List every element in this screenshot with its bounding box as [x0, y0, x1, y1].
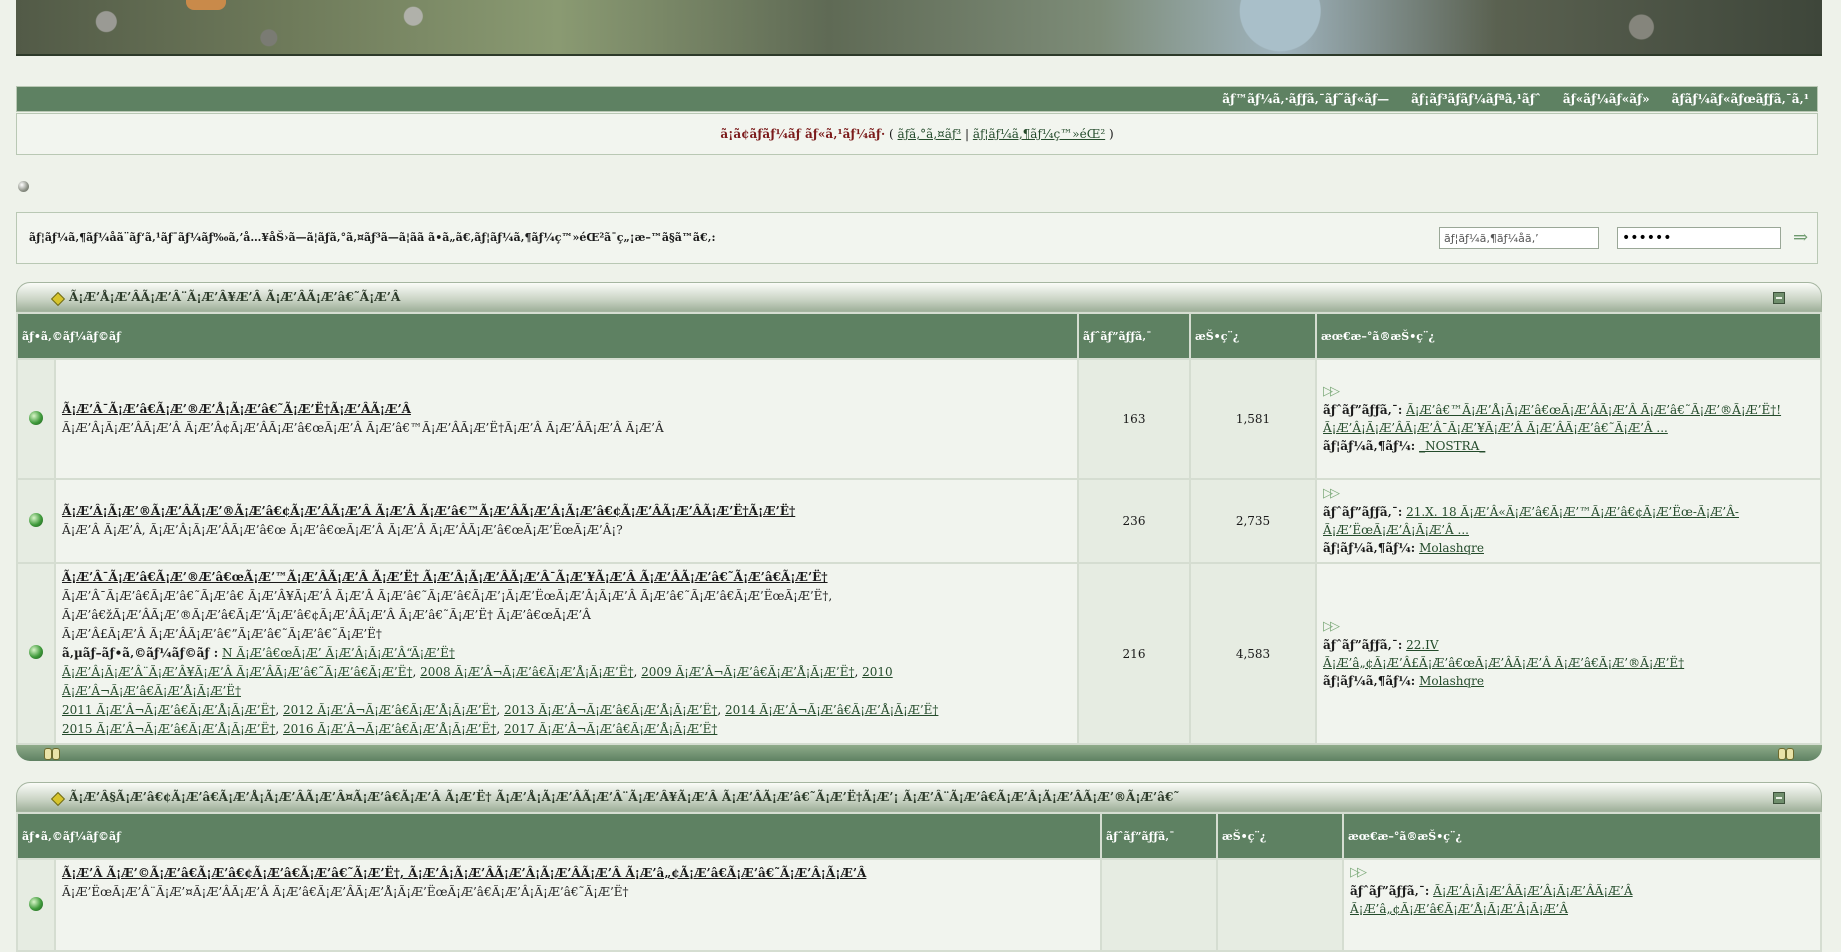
- last-user-label: ãƒ¦ãƒ¼ã‚¶ãƒ¼:: [1323, 541, 1416, 555]
- forum-status-icon: [29, 410, 43, 425]
- col-header-last-post: æœ€æ–°ã®æŠ•ç¨¿: [1317, 314, 1820, 358]
- last-post-label: ãƒˆãƒ”ãƒƒã‚¯:: [1350, 884, 1430, 898]
- posts-count: 1,581: [1191, 360, 1315, 478]
- forum-status-icon: [29, 512, 43, 527]
- table-row: Ã¡Æ’Â¯Ã¡Æ’â€Ã¡Æ’®Æ’â€œÃ¡Æ’™Ã¡Æ’ÂÃ¡Æ’Â Ã¡…: [18, 564, 1820, 743]
- footer-ornament-icon: [1786, 748, 1794, 760]
- table-row: Ã¡Æ’Â¡Ã¡Æ’®Ã¡Æ’ÂÃ¡Æ’®Ã¡Æ’â€¢Ã¡Æ’ÂÃ¡Æ’Â Ã…: [18, 480, 1820, 562]
- topics-count: 216: [1079, 564, 1189, 743]
- forum-status-icon: [29, 896, 43, 911]
- paren-close: ): [1108, 127, 1114, 141]
- subforum-link[interactable]: 2017 Ã¡Æ’Â¬Ã¡Æ’â€Ã¡Æ’Å¡Ã¡Æ’Ë†: [504, 722, 717, 736]
- last-post-label: ãƒˆãƒ”ãƒƒã‚¯:: [1323, 637, 1403, 652]
- col-header-posts: æŠ•ç¨¿: [1191, 314, 1315, 358]
- posts-count: 2,735: [1191, 480, 1315, 562]
- topics-count: 163: [1079, 360, 1189, 478]
- forum-description-line: Ã¡Æ’Â¯Ã¡Æ’â€Ã¡Æ’â€˜Ã¡Æ’â€ Ã¡Æ’Â¥Ã¡Æ’Â Ã¡…: [62, 589, 833, 603]
- last-post-arrow-icon: ▷▷: [1350, 865, 1367, 880]
- last-post-arrow-icon: ▷▷: [1323, 618, 1340, 634]
- category-title[interactable]: Ã¡Æ’Å¡Æ’ÂÃ¡Æ’Â¨Ã¡Æ’Â¥Æ’Â Ã¡Æ’ÂÃ¡Æ’â€˜Ã¡Æ…: [69, 290, 400, 304]
- category-footer: [16, 745, 1822, 761]
- category-block-2: Ã¡Æ’Â§Ã¡Æ’â€¢Ã¡Æ’â€Ã¡Æ’Å¡Ã¡Æ’ÂÃ¡Æ’Â¤Ã¡Æ’…: [16, 782, 1822, 952]
- forum-description: Ã¡Æ’Â Ã¡Æ’Â, Ã¡Æ’Â¡Ã¡Æ’ÂÃ¡Æ’â€œ Ã¡Æ’â€œÃ…: [62, 523, 623, 537]
- col-header-forum: ãƒ•ã‚©ãƒ¼ãƒ©ãƒ: [18, 814, 1100, 858]
- diamond-icon: [50, 791, 66, 807]
- category-header: Ã¡Æ’Â§Ã¡Æ’â€¢Ã¡Æ’â€Ã¡Æ’Å¡Ã¡Æ’ÂÃ¡Æ’Â¤Ã¡Æ’…: [16, 782, 1822, 812]
- forum-table: ãƒ•ã‚©ãƒ¼ãƒ©ãƒ ãƒˆãƒ”ãƒƒã‚¯ æŠ•ç¨¿ æœ€æ–…: [16, 312, 1822, 745]
- subforum-link[interactable]: N Ã¡Æ’â€œÃ¡Æ’ Ã¡Æ’Â¡Ã¡Æ’Â“Ã¡Æ’Ë†: [222, 646, 455, 660]
- register-link[interactable]: ãƒ¦ãƒ¼ã‚¶ãƒ¼ç™»éŒ²: [973, 127, 1105, 141]
- diamond-icon: [50, 291, 66, 307]
- col-header-forum: ãƒ•ã‚©ãƒ¼ãƒ©ãƒ: [18, 314, 1077, 358]
- category-title[interactable]: Ã¡Æ’Â§Ã¡Æ’â€¢Ã¡Æ’â€Ã¡Æ’Å¡Ã¡Æ’ÂÃ¡Æ’Â¤Ã¡Æ’…: [69, 790, 1179, 804]
- footer-ornament-icon: [44, 748, 52, 760]
- col-header-posts: æŠ•ç¨¿: [1218, 814, 1342, 858]
- welcome-bar: ã¡ã¢ãƒ­ãƒ¼ãƒ ãƒ«ã‚¹ãƒ¼ãƒ· ( ãƒ­ã‚°ã‚¤ãƒ³…: [16, 113, 1818, 155]
- last-post-arrow-icon: ▷▷: [1323, 384, 1340, 399]
- nav-rules[interactable]: ãƒ«ãƒ¼ãƒ«ãƒ»: [1563, 92, 1650, 106]
- collapse-icon[interactable]: [1773, 792, 1785, 804]
- bullet-icon: [18, 181, 29, 192]
- nav-mailbox[interactable]: ãƒãƒ¼ãƒ«ãƒœãƒƒã‚¯ã‚¹: [1672, 92, 1809, 106]
- subforum-link[interactable]: Ã¡Æ’Â¡Ã¡Æ’Â¨Ã¡Æ’Â¥Ã¡Æ’Â Ã¡Æ’ÂÃ¡Æ’â€˜Ã¡Æ’…: [62, 665, 412, 679]
- login-bar: ãƒ¦ãƒ¼ã‚¶ãƒ¼åã¨ãƒ‘ã‚¹ãƒ¯ãƒ¼ãƒ‰ã‚’å…¥åŠ›ã…: [16, 212, 1818, 264]
- top-nav: ãƒ™ãƒ¼ã‚·ãƒƒã‚¯ãƒ˜ãƒ«ãƒ— ãƒ¡ãƒ³ãƒãƒ¼ãƒªã…: [16, 86, 1818, 112]
- footer-ornament-icon: [52, 748, 60, 760]
- last-post-link-2[interactable]: Ã¡Æ’â„¢Ã¡Æ’Â£Ã¡Æ’â€œÃ¡Æ’ÂÃ¡Æ’Â Ã¡Æ’â€Ã¡Æ…: [1323, 656, 1684, 670]
- table-row: Ã¡Æ’Â Ã¡Æ’©Ã¡Æ’â€Ã¡Æ’â€¢Ã¡Æ’â€Ã¡Æ’â€˜Ã¡Æ…: [18, 860, 1820, 950]
- login-prompt: ãƒ¦ãƒ¼ã‚¶ãƒ¼åã¨ãƒ‘ã‚¹ãƒ¯ãƒ¼ãƒ‰ã‚’å…¥åŠ›ã…: [29, 231, 716, 244]
- subforums-label: ã‚µãƒ–ãƒ•ã‚©ãƒ¼ãƒ©ãƒ :: [62, 646, 219, 660]
- last-user-link[interactable]: Molashqre: [1419, 674, 1484, 688]
- category-header: Ã¡Æ’Å¡Æ’ÂÃ¡Æ’Â¨Ã¡Æ’Â¥Æ’Â Ã¡Æ’ÂÃ¡Æ’â€˜Ã¡Æ…: [16, 282, 1822, 312]
- password-input[interactable]: [1617, 227, 1781, 249]
- collapse-icon[interactable]: [1773, 292, 1785, 304]
- col-header-topics: ãƒˆãƒ”ãƒƒã‚¯: [1079, 314, 1189, 358]
- last-user-link[interactable]: _NOSTRA_: [1419, 439, 1485, 453]
- forum-description-line: Ã¡Æ’Â£Ã¡Æ’Â Ã¡Æ’ÂÃ¡Æ’â€”Ã¡Æ’â€˜Ã¡Æ’â€˜Ã¡…: [62, 627, 382, 641]
- submit-arrow-icon[interactable]: ⇒: [1793, 229, 1811, 247]
- category-block-1: Ã¡Æ’Å¡Æ’ÂÃ¡Æ’Â¨Ã¡Æ’Â¥Æ’Â Ã¡Æ’ÂÃ¡Æ’â€˜Ã¡Æ…: [16, 282, 1822, 761]
- forum-description: Ã¡Æ’Â¡Ã¡Æ’ÂÃ¡Æ’Â Ã¡Æ’Â¢Ã¡Æ’ÂÃ¡Æ’â€œÃ¡Æ’Â…: [62, 421, 664, 435]
- subforum-link[interactable]: 2008 Ã¡Æ’Â¬Ã¡Æ’â€Ã¡Æ’Å¡Ã¡Æ’Ë†: [420, 665, 633, 679]
- banner-figure: [186, 0, 226, 10]
- last-post-label: ãƒˆãƒ”ãƒƒã‚¯:: [1323, 505, 1403, 519]
- posts-count: 4,583: [1191, 564, 1315, 743]
- subforum-link[interactable]: 2011 Ã¡Æ’Â¬Ã¡Æ’â€Ã¡Æ’Å¡Ã¡Æ’Ë†: [62, 703, 275, 717]
- nav-basic-help[interactable]: ãƒ™ãƒ¼ã‚·ãƒƒã‚¯ãƒ˜ãƒ«ãƒ—: [1222, 92, 1389, 106]
- login-link[interactable]: ãƒ­ã‚°ã‚¤ãƒ³: [898, 127, 962, 141]
- separator: |: [964, 127, 969, 141]
- last-user-link[interactable]: Molashqre: [1419, 541, 1484, 555]
- forum-status-icon: [29, 645, 43, 659]
- header-banner: [16, 0, 1822, 56]
- footer-ornament-icon: [1778, 748, 1786, 760]
- forum-title-link[interactable]: Ã¡Æ’Â¡Ã¡Æ’®Ã¡Æ’ÂÃ¡Æ’®Ã¡Æ’â€¢Ã¡Æ’ÂÃ¡Æ’Â Ã…: [62, 504, 795, 518]
- topics-count: 236: [1079, 480, 1189, 562]
- subforum-link[interactable]: 2015 Ã¡Æ’Â¬Ã¡Æ’â€Ã¡Æ’Å¡Ã¡Æ’Ë†: [62, 722, 275, 736]
- subforum-link[interactable]: 2014 Ã¡Æ’Â¬Ã¡Æ’â€Ã¡Æ’Å¡Ã¡Æ’Ë†: [725, 703, 938, 717]
- last-user-label: ãƒ¦ãƒ¼ã‚¶ãƒ¼:: [1323, 673, 1416, 688]
- subforum-link[interactable]: 2012 Ã¡Æ’Â¬Ã¡Æ’â€Ã¡Æ’Å¡Ã¡Æ’Ë†: [283, 703, 496, 717]
- welcome-greeting: ã¡ã¢ãƒ­ãƒ¼ãƒ ãƒ«ã‚¹ãƒ¼ãƒ·: [720, 127, 886, 141]
- paren-open: (: [889, 127, 894, 141]
- nav-member-list[interactable]: ãƒ¡ãƒ³ãƒãƒ¼ãƒªã‚¹ãƒˆ: [1411, 92, 1541, 106]
- forum-table: ãƒ•ã‚©ãƒ¼ãƒ©ãƒ ãƒˆãƒ”ãƒƒã‚¯ æŠ•ç¨¿ æœ€æ–…: [16, 812, 1822, 952]
- subforum-link[interactable]: 2016 Ã¡Æ’Â¬Ã¡Æ’â€Ã¡Æ’Å¡Ã¡Æ’Ë†: [283, 722, 496, 736]
- forum-title-link[interactable]: Ã¡Æ’Â¯Ã¡Æ’â€Ã¡Æ’®Æ’â€œÃ¡Æ’™Ã¡Æ’ÂÃ¡Æ’Â Ã¡…: [62, 570, 828, 584]
- col-header-last-post: æœ€æ–°ã®æŠ•ç¨¿: [1344, 814, 1820, 858]
- forum-title-link[interactable]: Ã¡Æ’Â¯Ã¡Æ’â€Ã¡Æ’®Æ’Å¡Ã¡Æ’â€˜Ã¡Æ’Ë†Ã¡Æ’ÂÃ…: [62, 402, 411, 416]
- last-post-arrow-icon: ▷▷: [1323, 486, 1340, 501]
- last-post-label: ãƒˆãƒ”ãƒƒã‚¯:: [1323, 403, 1403, 417]
- last-user-label: ãƒ¦ãƒ¼ã‚¶ãƒ¼:: [1323, 439, 1416, 453]
- subforum-link[interactable]: 2009 Ã¡Æ’Â¬Ã¡Æ’â€Ã¡Æ’Å¡Ã¡Æ’Ë†: [641, 665, 854, 679]
- table-row: Ã¡Æ’Â¯Ã¡Æ’â€Ã¡Æ’®Æ’Å¡Ã¡Æ’â€˜Ã¡Æ’Ë†Ã¡Æ’ÂÃ…: [18, 360, 1820, 478]
- subforum-link[interactable]: 2013 Ã¡Æ’Â¬Ã¡Æ’â€Ã¡Æ’Å¡Ã¡Æ’Ë†: [504, 703, 717, 717]
- forum-description: Ã¡Æ’ËœÃ¡Æ’Â¨Ã¡Æ’¤Ã¡Æ’ÂÃ¡Æ’Â Ã¡Æ’â€Ã¡Æ’ÂÃ…: [62, 885, 629, 899]
- forum-title-link[interactable]: Ã¡Æ’Â Ã¡Æ’©Ã¡Æ’â€Ã¡Æ’â€¢Ã¡Æ’â€Ã¡Æ’â€˜Ã¡Æ…: [62, 866, 866, 880]
- username-input[interactable]: [1439, 227, 1599, 249]
- last-post-link[interactable]: 22.IV: [1406, 638, 1439, 652]
- col-header-topics: ãƒˆãƒ”ãƒƒã‚¯: [1102, 814, 1216, 858]
- forum-description-line: Ã¡Æ’â€žÃ¡Æ’ÂÃ¡Æ’®Ã¡Æ’â€Ã¡Æ’‘Ã¡Æ’â€¢Ã¡Æ’Â…: [62, 608, 591, 622]
